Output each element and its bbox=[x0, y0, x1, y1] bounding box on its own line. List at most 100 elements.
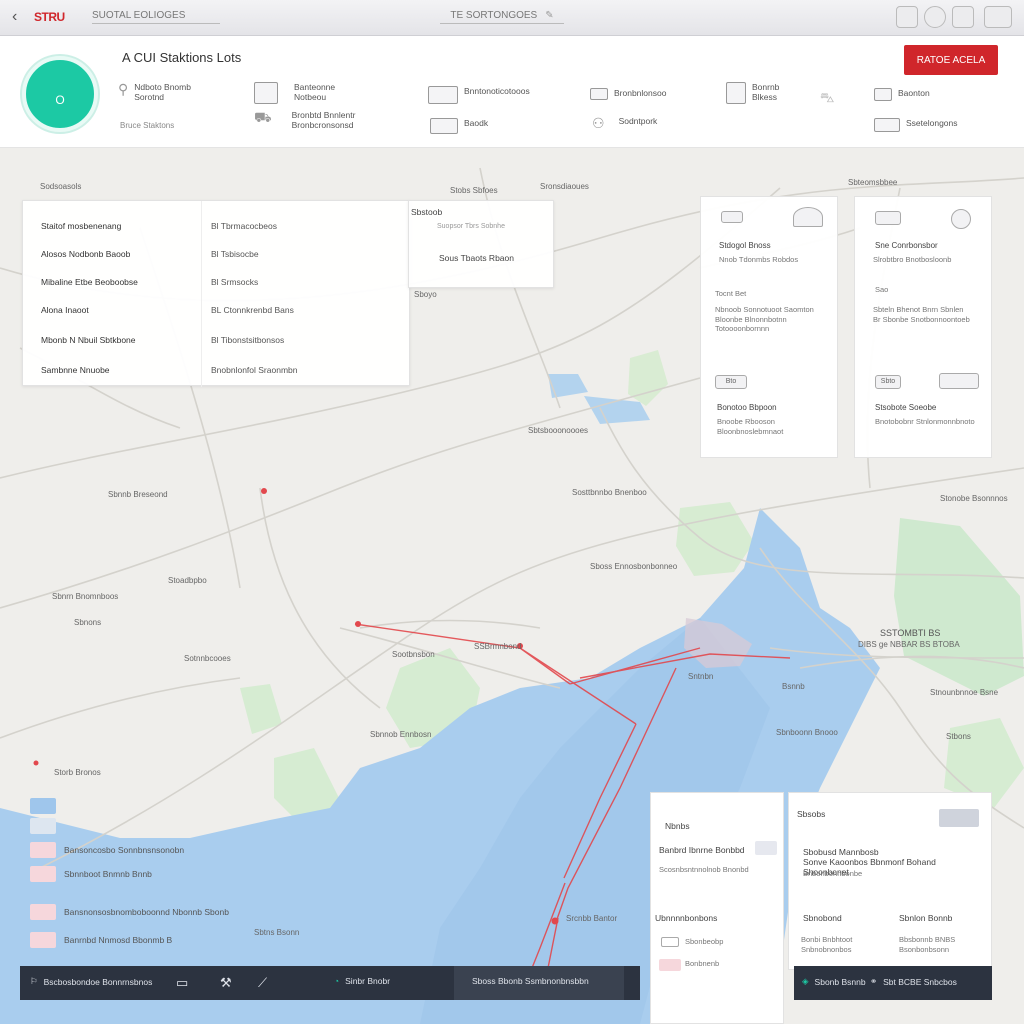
toolbar-item[interactable]: ⚭ Sbt BCBE Snbcbos bbox=[870, 976, 957, 987]
card-tag[interactable]: Sbto bbox=[875, 375, 901, 389]
route-stop-marker[interactable] bbox=[33, 760, 39, 766]
card-footer-title: Stsobote Soeobe bbox=[875, 403, 937, 412]
legend-label: Bansoncosbo Sonnbnsnsonobn bbox=[64, 845, 185, 855]
route-stop-marker[interactable] bbox=[261, 488, 267, 494]
info-card[interactable]: Stdogol Bnoss Nnob Tdonmbs Robdos Tocnt … bbox=[700, 196, 838, 458]
detail-row[interactable]: Mibaline Etbe Beoboobse Bl Srmsocks bbox=[23, 267, 409, 295]
toolbar-item[interactable]: ◔ Sinbr Bnobr bbox=[334, 976, 390, 986]
card-text: Sbteln Bhenot Bnrn Sbnlen Br Sbonbe Snot… bbox=[873, 305, 970, 324]
card-line: Sao bbox=[875, 285, 889, 294]
map-label: Sbtsbooonoooes bbox=[528, 426, 589, 435]
park-area bbox=[628, 350, 668, 406]
park-area bbox=[894, 518, 1024, 696]
page-subtitle: Bruce Staktons bbox=[120, 121, 175, 130]
legend-item[interactable] bbox=[30, 818, 64, 834]
header-item-people[interactable]: ⚇ Sodntpork bbox=[592, 116, 657, 130]
info-panel-left: Nbnbs Banbrd Ibnrne Bonbbd Scosnbsntnnol… bbox=[650, 792, 784, 1024]
page-tab[interactable]: TE SORTONGOES ✎ bbox=[440, 10, 564, 24]
legend-swatch bbox=[30, 904, 56, 920]
card-tag[interactable]: Bto bbox=[715, 375, 747, 389]
header-item-image[interactable]: Bonrnb Blkess bbox=[726, 82, 792, 104]
header-item-document[interactable]: Bnntonoticotooos bbox=[428, 86, 530, 104]
detail-row[interactable]: Staitof mosbenenang Bl Tbrmacocbeos bbox=[23, 211, 409, 239]
popup-title: Sbstoob bbox=[411, 207, 443, 217]
legend-label: Banrnbd Nnmosd Bbonmb B bbox=[64, 935, 173, 945]
card-text: Nbnoob Sonnotuoot Saomton Bloonbe Blnonn… bbox=[715, 305, 814, 333]
header-item-chart[interactable]: Baodk bbox=[430, 118, 488, 134]
map-label: Stoadbpbo bbox=[168, 576, 207, 585]
legend-item[interactable]: Sbnnboot Bnmnb Bnnb bbox=[30, 866, 152, 882]
panel-toolbar: ◈ Sbonb Bsnnb ⚭ Sbt BCBE Snbcbos bbox=[794, 966, 992, 1000]
header-item-label: Bronbtd Bnnlentr Bronbcronsonsd bbox=[291, 110, 356, 130]
panel-item-text: Scosnbsntnnolnob Bnonbd bbox=[659, 865, 749, 874]
header-item-car[interactable]: ⛍ bbox=[820, 90, 834, 104]
detail-row[interactable]: Alona Inaoot BL Ctonnkrenbd Bans bbox=[23, 295, 409, 323]
road-icon[interactable]: ⟋ bbox=[258, 975, 267, 991]
map-label: SSBrmnbond bbox=[474, 642, 522, 651]
window-close-button[interactable] bbox=[984, 6, 1012, 28]
header-item-label: Ssetelongons bbox=[906, 118, 958, 128]
toolbar-item[interactable]: Sboss Bbonb Ssmbnonbnsbbn bbox=[472, 976, 589, 986]
warning-icon bbox=[793, 207, 823, 227]
map-label: Sbnboonn Bnooo bbox=[776, 728, 838, 737]
laptop-icon bbox=[874, 88, 892, 101]
chevron-left-icon[interactable]: ‹ bbox=[12, 8, 17, 26]
toolbar-label: Sinbr Bnobr bbox=[345, 976, 391, 986]
detail-row[interactable]: Mbonb N Nbuil Sbtkbone Bl Tibonstsitbonso… bbox=[23, 325, 409, 353]
detail-row[interactable]: Sambnne Nnuobe Bnobnlonfol Sraonmbn bbox=[23, 355, 409, 383]
info-icon[interactable] bbox=[951, 209, 971, 229]
header-item-laptop[interactable]: Baonton bbox=[874, 88, 930, 101]
detail-row[interactable]: Alosos Nodbonb Baoob Bl Tsbisocbe bbox=[23, 239, 409, 267]
window-restore-button[interactable] bbox=[924, 6, 946, 28]
card-line: Tocnt Bet bbox=[715, 289, 747, 298]
avatar[interactable]: O bbox=[22, 56, 98, 132]
window-maximize-button[interactable] bbox=[952, 6, 974, 28]
map-toolbar: ⚐ Bscbosbondoe Bonnrnsbnos ▭ ⚒ ⟋ ◔ Sinbr B… bbox=[20, 966, 640, 1000]
header-item-label: Bronbnlonsoo bbox=[614, 88, 667, 98]
toolbar-item[interactable]: ⚐ Bscbosbondoe Bonnrnsbnos bbox=[30, 976, 152, 987]
panel-item-subtext: Bnbonbonnbonbe bbox=[803, 869, 863, 878]
panel-column-value: Bonbi Bnbhtoot Snbnobnonbos bbox=[801, 935, 853, 954]
detail-key: Mibaline Etbe Beoboobse bbox=[41, 277, 138, 287]
tool-icon[interactable]: ⚒ bbox=[220, 975, 232, 991]
card-footer-text: Bnotobobnr Stnlonmonnbnoto bbox=[875, 417, 975, 426]
header-item-truck[interactable]: ⛟ Bronbtd Bnnlentr Bronbcronsonsd bbox=[254, 110, 388, 130]
header-item-calendar[interactable]: Ssetelongons bbox=[874, 118, 958, 132]
card-title: Stdogol Bnoss bbox=[719, 241, 771, 250]
toolbar-label: Sbt BCBE Snbcbos bbox=[883, 976, 957, 987]
info-card[interactable]: Sne Conrbonsbor Slrobtbro Bnotbosloonb S… bbox=[854, 196, 992, 458]
detail-value: Bnobnlonfol Sraonmbn bbox=[211, 365, 298, 375]
route-stop-marker[interactable] bbox=[355, 621, 361, 627]
monitor-icon bbox=[254, 82, 278, 104]
header-item-card[interactable]: Bronbnlonsoo bbox=[590, 88, 666, 100]
monitor-icon[interactable]: ▭ bbox=[176, 975, 188, 991]
browser-toolbar: ‹ STRU SUOTAL EOLIOGES TE SORTONGOES ✎ bbox=[0, 0, 1024, 36]
map-label: Sronsdiaoues bbox=[540, 182, 589, 191]
address-bar[interactable]: SUOTAL EOLIOGES bbox=[92, 10, 220, 24]
legend-item[interactable]: Banrnbd Nnmosd Bbonmb B bbox=[30, 932, 172, 948]
legend-item[interactable]: Bansnonsosbnomboboonnd Nbonnb Sbonb bbox=[30, 904, 229, 920]
header-item-location[interactable]: ⚲ Ndboto Bnomb Sorotnd bbox=[118, 82, 194, 102]
panel-badge[interactable] bbox=[939, 809, 979, 827]
card-action-button[interactable] bbox=[939, 373, 979, 389]
detail-value: Bl Tsbisocbe bbox=[211, 249, 259, 259]
page-header: O A CUI Staktions Lots Bruce Staktons ⚲ … bbox=[0, 36, 1024, 148]
route-stop-marker[interactable] bbox=[551, 917, 559, 925]
legend-swatch bbox=[30, 818, 56, 834]
panel-item-icon bbox=[661, 937, 679, 947]
legend-item[interactable] bbox=[30, 798, 64, 814]
window-minimize-button[interactable] bbox=[896, 6, 918, 28]
map-label: Sbnons bbox=[74, 618, 102, 627]
map-label: Sbnnb Breseond bbox=[108, 490, 168, 499]
edit-icon[interactable]: ✎ bbox=[545, 10, 553, 21]
brand-logo[interactable]: STRU bbox=[34, 10, 65, 24]
primary-action-button[interactable]: RATOE ACELA bbox=[904, 45, 998, 75]
header-item-label: Banteonne Notbeou bbox=[294, 82, 336, 102]
detail-key: Staitof mosbenenang bbox=[41, 221, 122, 231]
toolbar-item[interactable]: ◈ Sbonb Bsnnb bbox=[802, 976, 866, 987]
map-canvas[interactable]: Sodsoasols Sronsdiaoues Stobs Sbfoes Sbt… bbox=[0, 148, 1024, 1024]
panel-badge[interactable] bbox=[755, 841, 777, 855]
header-item-monitor[interactable]: Banteonne Notbeou bbox=[254, 82, 346, 104]
details-popup[interactable]: Sbstoob Suopsor Tbrs Sobnhe Sous Tbaots … bbox=[408, 200, 554, 288]
legend-item[interactable]: Bansoncosbo Sonnbnsnsonobn bbox=[30, 842, 184, 858]
